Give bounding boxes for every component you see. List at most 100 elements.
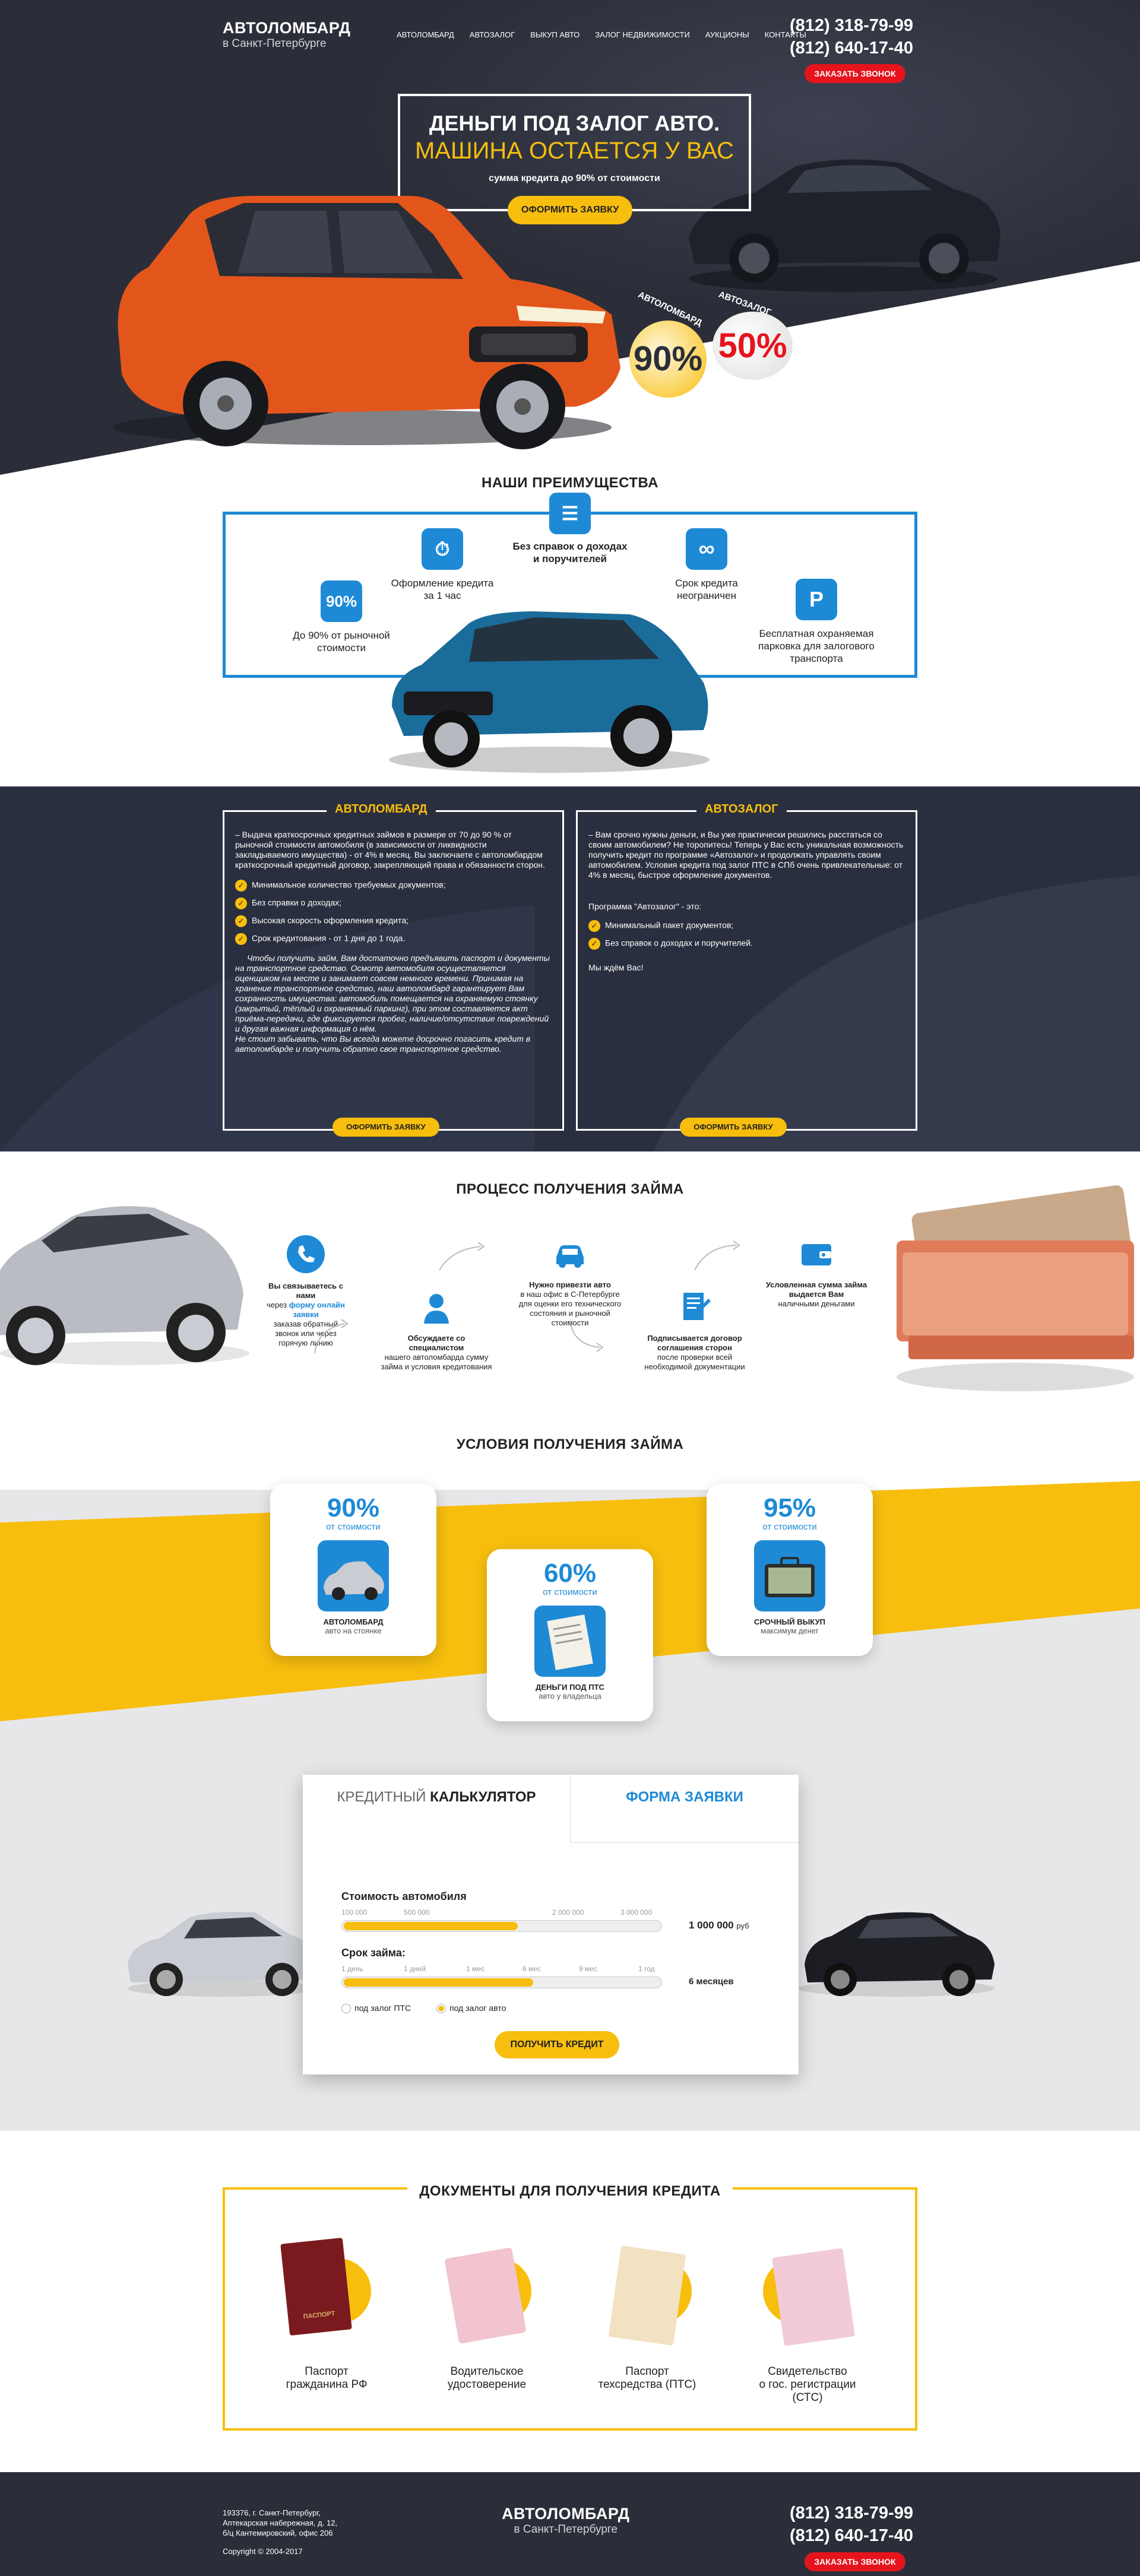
document-sts: Свидетельство о гос. регистрации (СТС) xyxy=(748,2235,867,2404)
list-item: ✓ Минимальный пакет документов; xyxy=(588,920,905,932)
documents-title: ДОКУМЕНТЫ ДЛЯ ПОЛУЧЕНИЯ КРЕДИТА xyxy=(0,2183,1140,2200)
list-item: ✓ Без справки о доходах; xyxy=(235,897,552,909)
document-sts-text: Свидетельство о гос. регистрации (СТС) xyxy=(759,2365,856,2404)
hero-section: АВТОЛОМБАРД в Санкт-Петербурге Автоломба… xyxy=(0,0,1140,475)
document-license-text: Водительское удостоверение xyxy=(447,2365,527,2391)
nav-nedvizhimost[interactable]: Залог недвижимости xyxy=(595,30,690,39)
header-contacts: (812) 318-79-99 (812) 640-17-40 xyxy=(790,14,913,59)
silver-sedan-image xyxy=(128,1912,318,1997)
price-value: 1 000 000 руб xyxy=(689,1920,749,1931)
condition-card-vykup[interactable]: 95% от стоимости СРОЧНЫЙ ВЫКУП максимум … xyxy=(707,1484,873,1656)
advantage-parking: P Бесплатная охраняемая парковка для зал… xyxy=(751,579,882,665)
logo-subtitle: в Санкт-Петербурге xyxy=(223,37,327,50)
advantage-docs-text: Без справок о доходах и поручителей xyxy=(512,541,628,564)
advantages-title: НАШИ ПРЕИМУЩЕСТВА xyxy=(482,475,658,491)
radio-auto[interactable]: под залог авто xyxy=(436,2003,506,2014)
phone-2[interactable]: (812) 640-17-40 xyxy=(790,37,913,59)
document-pts: Паспорт техсредства (ПТС) xyxy=(588,2235,707,2391)
badge-autozalog-value: 50% xyxy=(718,326,787,365)
term-label: Срок займа: xyxy=(341,1947,406,1959)
autolombard-cta-button[interactable]: ОФОРМИТЬ ЗАЯВКУ xyxy=(332,1118,439,1137)
tab-calculator[interactable]: КРЕДИТНЫЙ КАЛЬКУЛЯТОР xyxy=(303,1775,570,1843)
term-slider-fill xyxy=(344,1978,533,1987)
pts-icon xyxy=(588,2235,707,2365)
condition-title: ДЕНЬГИ ПОД ПТС xyxy=(536,1683,604,1692)
blue-suv-image xyxy=(389,611,710,773)
list-item: ✓ Минимальное количество требуемых докуме… xyxy=(235,880,552,892)
condition-desc: максимум денег xyxy=(761,1626,819,1635)
nav-auctions[interactable]: Аукционы xyxy=(705,30,749,39)
nav-vykup[interactable]: Выкуп авто xyxy=(530,30,580,39)
footer-address: 193376, г. Санкт-Петербург, Аптекарская н… xyxy=(223,2508,338,2556)
list-item: ✓ Высокая скорость оформления кредита; xyxy=(235,915,552,927)
check-icon: ✓ xyxy=(588,920,600,932)
condition-title: СРОЧНЫЙ ВЫКУП xyxy=(753,1617,825,1626)
phone-1[interactable]: (812) 318-79-99 xyxy=(790,14,913,37)
autolombard-intro: – Выдача краткосрочных кредитных займов … xyxy=(235,830,545,870)
autozalog-cta-button[interactable]: ОФОРМИТЬ ЗАЯВКУ xyxy=(680,1118,787,1137)
advantage-docs: ☰ Без справок о доходах и поручителей xyxy=(511,493,629,565)
tab-application-form[interactable]: ФОРМА ЗАЯВКИ xyxy=(570,1775,799,1843)
orange-suv-image xyxy=(113,196,621,449)
document-photo-icon xyxy=(534,1606,606,1677)
check-icon: ✓ xyxy=(235,933,247,945)
footer-contacts: (812) 318-79-99 (812) 640-17-40 xyxy=(790,2502,913,2547)
calculator-section: КРЕДИТНЫЙ КАЛЬКУЛЯТОР ФОРМА ЗАЯВКИ Стоим… xyxy=(0,1745,1140,2131)
condition-card-autolombard[interactable]: 90% от стоимости АВТОЛОМБАРД авто на сто… xyxy=(270,1484,436,1656)
logo-title: АВТОЛОМБАРД xyxy=(223,19,351,37)
price-slider-fill xyxy=(344,1922,518,1930)
info-blocks-section: АВТОЛОМБАРД – Выдача краткосрочных креди… xyxy=(0,786,1140,1151)
percent-icon: 90% xyxy=(321,580,362,622)
advantage-percent: 90% До 90% от рыночной стоимости xyxy=(291,580,392,654)
condition-sub: от стоимости xyxy=(543,1587,597,1597)
autolombard-block: АВТОЛОМБАРД – Выдача краткосрочных креди… xyxy=(223,803,564,1137)
documents-section: ДОКУМЕНТЫ ДЛЯ ПОЛУЧЕНИЯ КРЕДИТА ПАСПОРТ … xyxy=(0,2131,1140,2472)
hero-title: ДЕНЬГИ ПОД ЗАЛОГ АВТО. xyxy=(429,111,720,135)
conditions-title: УСЛОВИЯ ПОЛУЧЕНИЯ ЗАЙМА xyxy=(456,1436,684,1452)
condition-title: АВТОЛОМБАРД xyxy=(323,1617,384,1626)
calculator-box: КРЕДИТНЫЙ КАЛЬКУЛЯТОР ФОРМА ЗАЯВКИ Стоим… xyxy=(303,1775,799,2074)
price-slider[interactable] xyxy=(341,1920,662,1932)
silver-car-image xyxy=(0,1206,249,1365)
condition-sub: от стоимости xyxy=(762,1522,817,1532)
radio-pts[interactable]: под залог ПТС xyxy=(341,2003,411,2014)
radio-auto-circle xyxy=(436,2004,446,2014)
footer-callback-button[interactable]: ЗАКАЗАТЬ ЗВОНОК xyxy=(805,2552,905,2571)
footer-phone-1[interactable]: (812) 318-79-99 xyxy=(790,2502,913,2524)
autozalog-outro: Мы ждём Вас! xyxy=(588,963,644,972)
autolombard-body: Чтобы получить займ, Вам достаточно пред… xyxy=(235,953,550,1033)
condition-card-pts[interactable]: 60% от стоимости ДЕНЬГИ ПОД ПТС авто у в… xyxy=(487,1549,653,1721)
check-icon: ✓ xyxy=(235,880,247,892)
document-license: Водительское удостоверение xyxy=(428,2235,546,2391)
callback-button[interactable]: ЗАКАЗАТЬ ЗВОНОК xyxy=(805,64,905,83)
hero-title-accent: МАШИНА ОСТАЕТСЯ У ВАС xyxy=(414,138,734,164)
term-slider[interactable] xyxy=(341,1977,662,1988)
sts-icon xyxy=(748,2235,867,2365)
list-item: ✓ Без справок о доходах и поручителей. xyxy=(588,938,905,950)
condition-value: 95% xyxy=(763,1493,816,1522)
badge-autozalog: АВТОЗАЛОГ 50% xyxy=(712,290,793,380)
autolombard-list: ✓ Минимальное количество требуемых докуме… xyxy=(235,880,552,945)
autolombard-block-title: АВТОЛОМБАРД xyxy=(327,803,436,815)
get-credit-button[interactable]: ПОЛУЧИТЬ КРЕДИТ xyxy=(495,2031,619,2058)
condition-value: 60% xyxy=(543,1559,597,1588)
document-passport-text: Паспорт гражданина РФ xyxy=(286,2365,368,2391)
document-pts-text: Паспорт техсредства (ПТС) xyxy=(598,2365,696,2391)
logo[interactable]: АВТОЛОМБАРД в Санкт-Петербурге xyxy=(223,19,350,50)
nav-autolombard[interactable]: Автоломбард xyxy=(397,30,454,39)
footer-logo[interactable]: АВТОЛОМБАРД в Санкт-Петербурге xyxy=(502,2505,629,2536)
advantage-percent-text: До 90% от рыночной стоимости xyxy=(293,630,390,653)
passport-icon: ПАСПОРТ xyxy=(267,2235,386,2365)
check-icon: ✓ xyxy=(588,938,600,950)
condition-value: 90% xyxy=(327,1493,380,1522)
autozalog-block-title: АВТОЗАЛОГ xyxy=(696,803,787,815)
check-icon: ✓ xyxy=(235,897,247,909)
advantage-parking-text: Бесплатная охраняемая парковка для залог… xyxy=(758,628,875,664)
badge-autolombard: АВТОЛОМБАРД 90% xyxy=(629,290,707,398)
autozalog-intro: – Вам срочно нужны деньги, и Вы уже прак… xyxy=(588,830,904,880)
main-nav: Автоломбард Автозалог Выкуп авто Залог недв… xyxy=(397,30,822,40)
radio-pts-circle xyxy=(341,2004,351,2014)
nav-autozalog[interactable]: Автозалог xyxy=(470,30,515,39)
badge-autolombard-value: 90% xyxy=(633,340,703,378)
footer-phone-2[interactable]: (812) 640-17-40 xyxy=(790,2524,913,2547)
